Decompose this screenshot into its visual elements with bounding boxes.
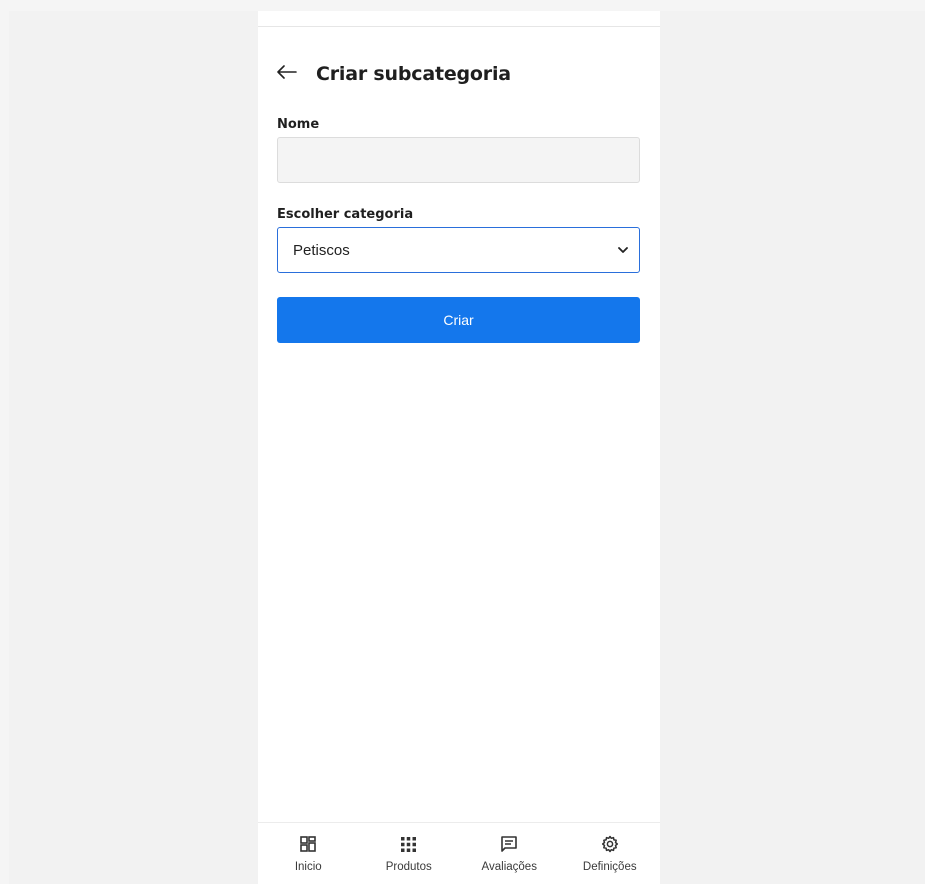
name-label: Nome (277, 117, 320, 132)
dashboard-icon (299, 835, 317, 853)
nav-item-avaliacoes[interactable]: Avaliações (459, 823, 560, 884)
category-select-value: Petiscos (293, 241, 350, 259)
page-header: Criar subcategoria (277, 61, 511, 87)
category-label: Escolher categoria (277, 207, 414, 222)
nav-label-inicio: Inicio (294, 861, 322, 873)
bottom-nav: Inicio Produtos Avaliações Definições (258, 822, 660, 884)
nav-item-produtos[interactable]: Produtos (359, 823, 460, 884)
category-select[interactable]: Petiscos (277, 227, 640, 273)
name-input[interactable] (277, 137, 640, 183)
page-title: Criar subcategoria (316, 63, 511, 85)
nav-item-definicoes[interactable]: Definições (560, 823, 661, 884)
back-button[interactable] (277, 61, 303, 87)
nav-label-definicoes: Definições (582, 861, 637, 873)
create-button[interactable]: Criar (277, 297, 640, 343)
nav-label-produtos: Produtos (385, 861, 432, 873)
app-screen: Criar subcategoria Nome Escolher categor… (258, 11, 660, 884)
nav-item-inicio[interactable]: Inicio (258, 823, 359, 884)
nav-label-avaliacoes: Avaliações (481, 861, 537, 873)
gear-icon (601, 835, 619, 853)
comment-icon (500, 835, 518, 853)
chevron-down-icon (617, 244, 629, 256)
arrow-left-icon (277, 64, 297, 84)
top-divider (258, 26, 660, 27)
grid-icon (400, 835, 418, 853)
